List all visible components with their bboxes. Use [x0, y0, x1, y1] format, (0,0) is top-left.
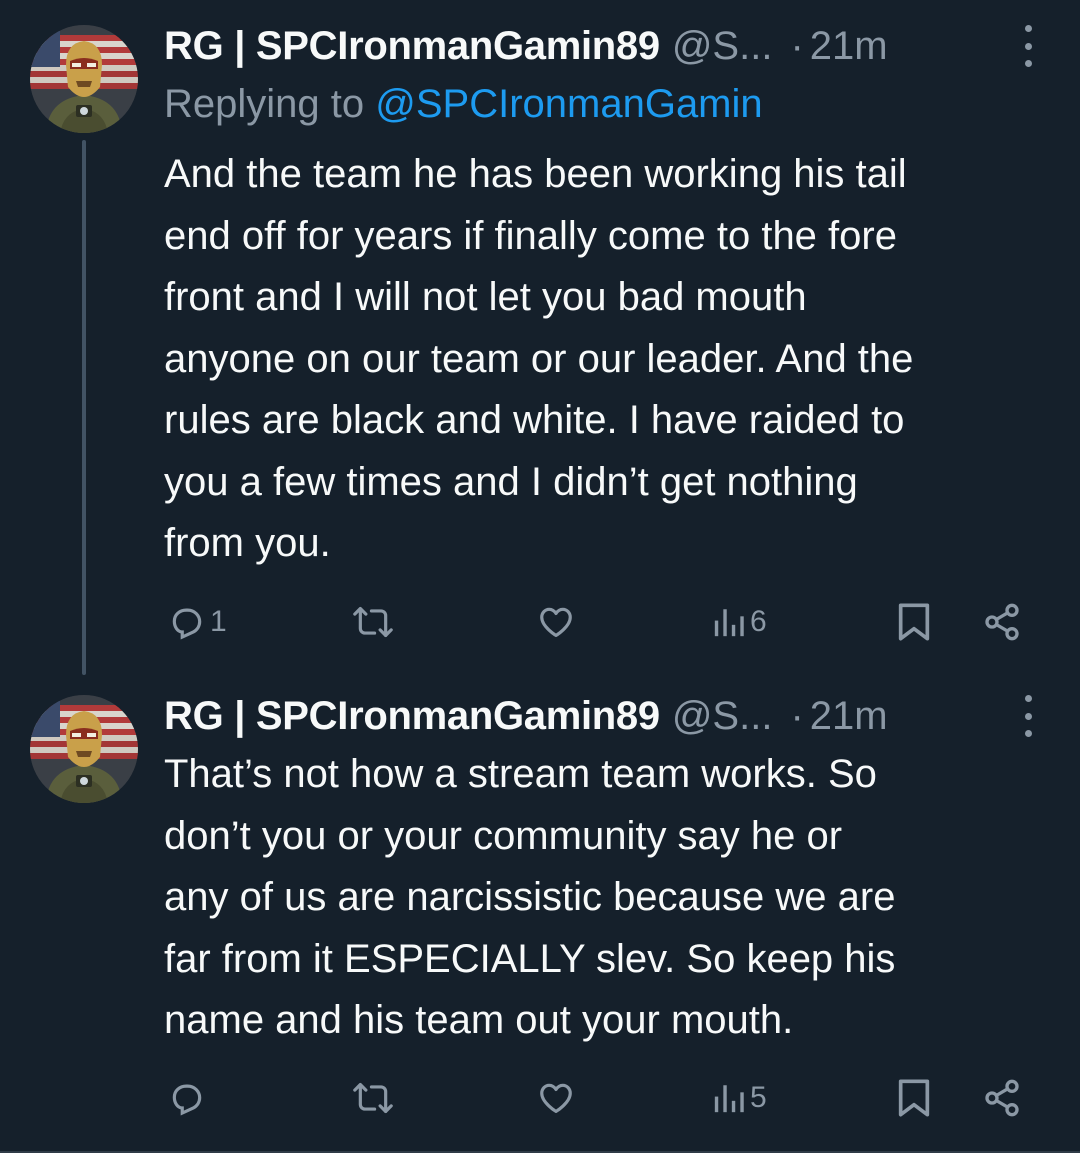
bookmark-icon	[898, 603, 930, 641]
display-name[interactable]: RG | SPCIronmanGamin89	[164, 24, 660, 69]
replying-to: Replying to @SPCIronmanGamin	[164, 82, 763, 127]
tweet-header: RG | SPCIronmanGamin89 @S... · 21m	[164, 21, 1040, 71]
share-icon	[985, 603, 1019, 641]
bookmark-button[interactable]	[897, 597, 931, 647]
reply-button[interactable]	[168, 1073, 210, 1123]
avatar[interactable]	[30, 25, 138, 133]
view-count: 6	[750, 605, 767, 638]
like-icon	[540, 607, 572, 638]
views-button[interactable]: 5	[712, 1073, 767, 1123]
timestamp[interactable]: 21m	[810, 694, 888, 739]
retweet-icon	[353, 1082, 393, 1114]
tweet-text: That’s not how a stream team works. So d…	[164, 752, 896, 1042]
more-options-icon[interactable]	[1016, 25, 1040, 67]
handle[interactable]: @S...	[672, 24, 773, 69]
like-button[interactable]	[536, 597, 576, 647]
view-count: 5	[750, 1081, 767, 1114]
like-icon	[540, 1083, 572, 1114]
action-bar: 5	[164, 1073, 1034, 1123]
separator-dot: ·	[790, 23, 804, 68]
tweet-text: And the team he has been working his tai…	[164, 152, 914, 565]
tweet[interactable]: RG | SPCIronmanGamin89 @S... · 21m That’…	[0, 690, 1080, 1153]
more-options-icon[interactable]	[1016, 695, 1040, 737]
share-button[interactable]	[982, 1073, 1022, 1123]
replying-to-label: Replying to	[164, 82, 376, 126]
reply-button[interactable]: 1	[168, 597, 227, 647]
bookmark-icon	[898, 1079, 930, 1117]
thread-line	[82, 140, 86, 675]
avatar[interactable]	[30, 695, 138, 803]
handle[interactable]: @S...	[672, 694, 773, 739]
tweet[interactable]: RG | SPCIronmanGamin89 @S... · 21m Reply…	[0, 0, 1080, 690]
tweet-header: RG | SPCIronmanGamin89 @S... · 21m	[164, 691, 1040, 741]
replying-to-mention[interactable]: @SPCIronmanGamin	[375, 82, 762, 126]
like-button[interactable]	[536, 1073, 576, 1123]
views-button[interactable]: 6	[712, 597, 767, 647]
separator-dot: ·	[790, 693, 804, 738]
views-icon	[714, 609, 744, 637]
views-icon	[714, 1085, 744, 1113]
retweet-button[interactable]	[352, 597, 394, 647]
share-icon	[985, 1079, 1019, 1117]
reply-icon	[172, 608, 202, 640]
timestamp[interactable]: 21m	[810, 24, 888, 69]
reply-icon	[172, 1084, 202, 1116]
share-button[interactable]	[982, 597, 1022, 647]
reply-count: 1	[210, 605, 227, 638]
action-bar: 1 6	[164, 597, 1034, 647]
retweet-button[interactable]	[352, 1073, 394, 1123]
retweet-icon	[353, 606, 393, 638]
bookmark-button[interactable]	[897, 1073, 931, 1123]
display-name[interactable]: RG | SPCIronmanGamin89	[164, 694, 660, 739]
